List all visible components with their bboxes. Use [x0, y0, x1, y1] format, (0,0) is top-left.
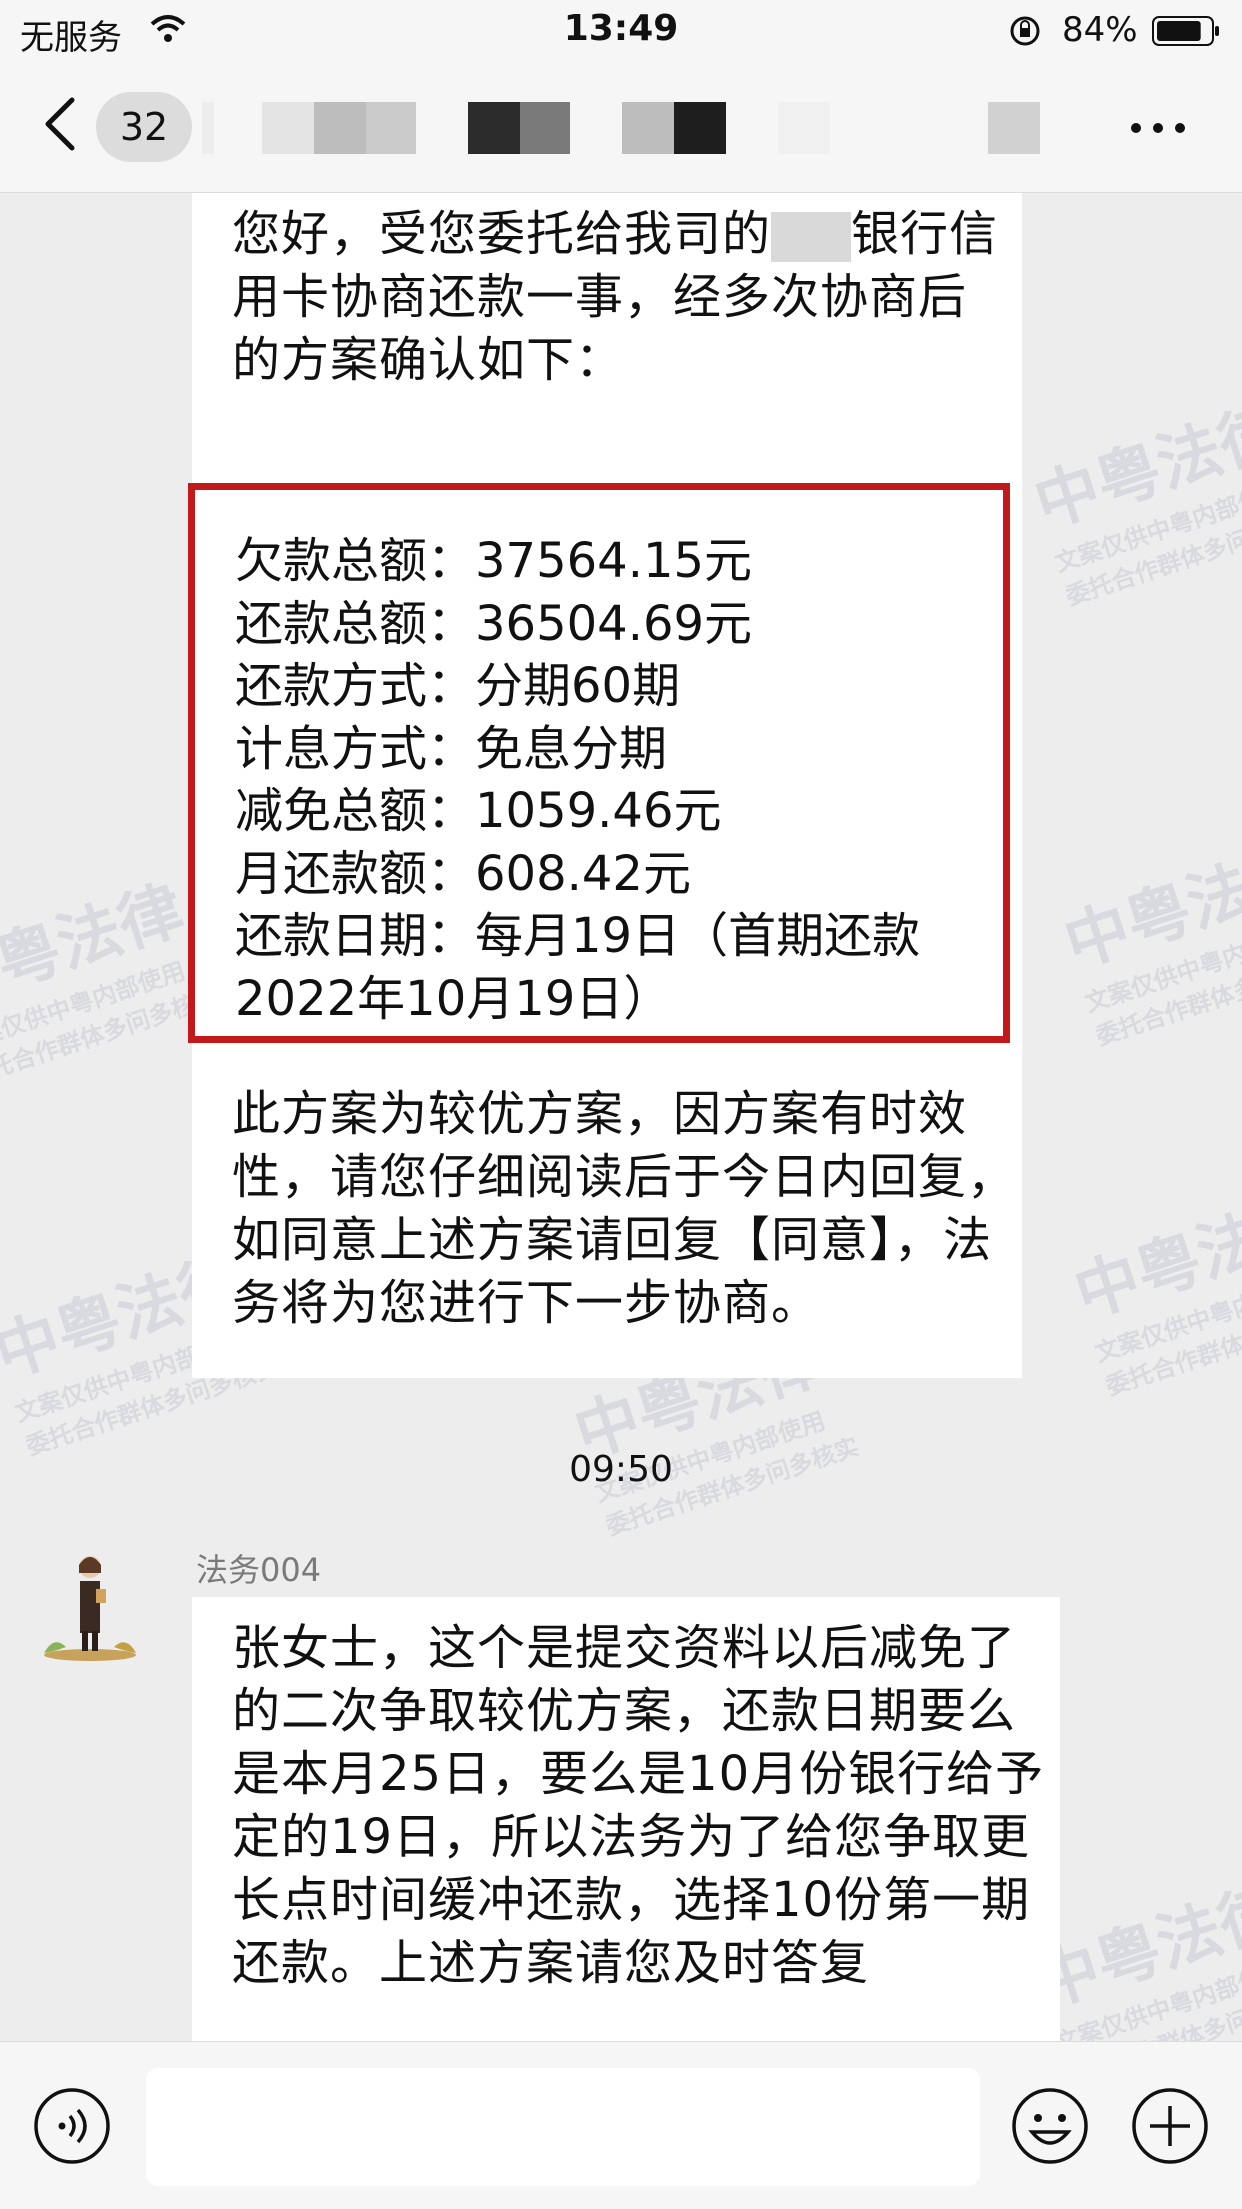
redacted-title-block — [622, 102, 674, 154]
redacted-title-block — [262, 102, 314, 154]
back-chevron-icon[interactable] — [40, 94, 80, 154]
plan-row: 月还款额：608.42元 — [235, 845, 691, 902]
status-bar: 无服务 13:49 84% — [0, 0, 1242, 62]
message-input[interactable] — [146, 2068, 980, 2186]
repayment-plan-box: 欠款总额：37564.15元 还款总额：36504.69元 还款方式：分期60期… — [188, 483, 1010, 1043]
more-options-icon[interactable] — [1128, 120, 1188, 136]
redacted-title-block — [988, 102, 1040, 154]
chat-area[interactable]: 中粤法律 文案仅供中粤内部使用 委托合作群体多问多核实 中粤法律 文案仅供中粤内… — [0, 193, 1242, 2041]
input-bar — [0, 2041, 1242, 2209]
sender-avatar[interactable] — [30, 1543, 150, 1663]
redacted-title-block — [366, 102, 416, 154]
repayment-plan-list: 欠款总额：37564.15元 还款总额：36504.69元 还款方式：分期60期… — [235, 530, 965, 1030]
plan-row: 欠款总额：37564.15元 — [235, 533, 753, 589]
watermark: 中粤法律 文案仅供中粤内部使用 委托合作群体多问多核实 — [1066, 1182, 1242, 1401]
redacted-bank-name — [771, 212, 852, 262]
plan-row: 计息方式：免息分期 — [235, 720, 668, 777]
battery-percent: 84% — [1062, 10, 1138, 50]
message-timestamp: 09:50 — [569, 1449, 673, 1490]
message-bubble[interactable]: 您好，受您委托给我司的 银行信用卡协商还款一事，经多次协商后的方案确认如下： 欠款… — [188, 193, 1022, 1378]
voice-icon[interactable] — [32, 2086, 112, 2166]
chat-header: 32 — [0, 62, 1242, 193]
message-outro: 此方案为较优方案，因方案有时效性，请您仔细阅读后于今日内回复，如同意上述方案请回… — [232, 1086, 1017, 1331]
unread-count-badge[interactable]: 32 — [96, 92, 192, 162]
watermark: 中粤法律 文案仅供中粤内部使用 委托合作群体多问多核实 — [1026, 392, 1242, 611]
battery-icon — [1152, 16, 1219, 46]
message-body: 张女士，这个是提交资料以后减免了的二次争取较优方案，还款日期要么是本月25日，要… — [232, 1620, 1045, 1991]
clock: 13:49 — [563, 8, 679, 49]
redacted-title-block — [468, 102, 520, 154]
emoji-icon[interactable] — [1010, 2086, 1090, 2166]
redacted-title-block — [520, 102, 570, 154]
redacted-title-block — [778, 102, 830, 154]
plus-icon[interactable] — [1130, 2086, 1210, 2166]
message-intro: 您好，受您委托给我司的 银行信用卡协商还款一事，经多次协商后的方案确认如下： — [232, 206, 999, 388]
redacted-title-block — [202, 102, 214, 154]
orientation-lock-icon — [1010, 16, 1040, 46]
watermark: 中粤法律 文案仅供中粤内部使用 委托合作群体多问多核实 — [1056, 832, 1242, 1051]
redacted-title-block — [314, 102, 366, 154]
plan-row: 减免总额：1059.46元 — [235, 783, 722, 839]
redacted-title-block — [674, 102, 726, 154]
message-bubble[interactable]: 张女士，这个是提交资料以后减免了的二次争取较优方案，还款日期要么是本月25日，要… — [192, 1597, 1060, 2041]
plan-row: 还款日期：每月19日（首期还款2022年10月19日） — [235, 908, 921, 1027]
sender-name: 法务004 — [196, 1551, 322, 1589]
plan-row: 还款总额：36504.69元 — [235, 595, 753, 652]
plan-row: 还款方式：分期60期 — [235, 658, 681, 714]
